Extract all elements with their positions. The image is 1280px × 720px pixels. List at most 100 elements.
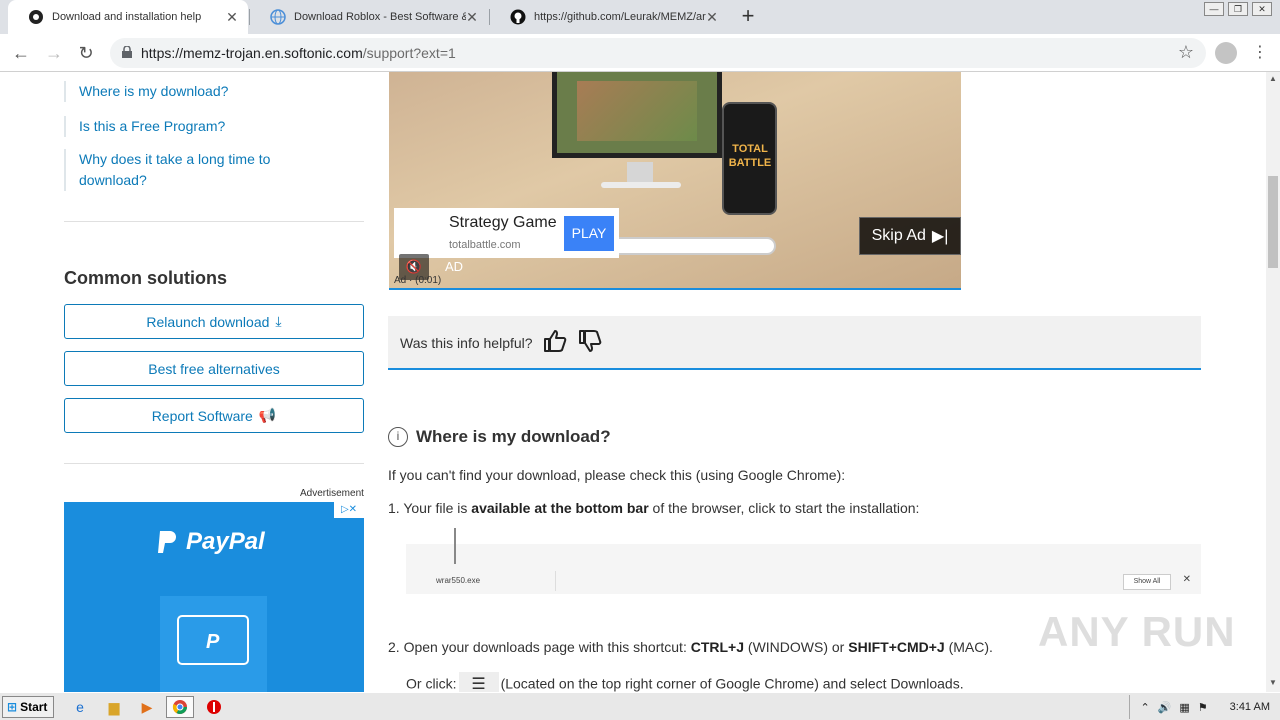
step2-pre: 2. Open your downloads page with this sh… <box>388 639 691 655</box>
start-label: Start <box>20 700 48 714</box>
minimize-button[interactable]: — <box>1204 2 1224 16</box>
skip-next-icon: ▶| <box>931 228 949 245</box>
tab-title: Download Roblox - Best Software & <box>294 11 466 23</box>
clock: 3:41 AM <box>1229 701 1270 713</box>
scroll-thumb[interactable] <box>1268 176 1278 268</box>
tab-download-help[interactable]: Download and installation help ✕ <box>8 0 248 34</box>
tab-title: Download and installation help <box>52 11 202 23</box>
network-icon[interactable]: ▦ <box>1179 701 1189 714</box>
paypal-ad[interactable]: ▷✕ PayPal P <box>64 502 364 692</box>
bookmark-star-icon[interactable]: ☆ <box>1178 42 1194 63</box>
game-logo: TOTAL BATTLE <box>728 143 772 169</box>
thumbs-down-icon[interactable] <box>577 328 603 354</box>
advertisement-label: Advertisement <box>300 488 364 499</box>
close-tab-icon[interactable]: ✕ <box>224 9 240 25</box>
flag-icon[interactable]: ⚑ <box>1198 701 1208 714</box>
button-label: Relaunch download <box>146 313 270 330</box>
address-bar[interactable]: https://memz-trojan.en.softonic.com/supp… <box>110 38 1206 68</box>
step1-pre: 1. Your file is <box>388 500 472 516</box>
close-tab-icon[interactable]: ✕ <box>704 9 720 25</box>
play-button[interactable]: PLAY <box>564 216 614 251</box>
media-player-icon[interactable]: ▶ <box>137 697 157 717</box>
relaunch-download-button[interactable]: Relaunch download ⤓ <box>64 304 364 339</box>
skip-ad-label: Skip Ad <box>871 227 926 244</box>
back-button[interactable]: ← <box>10 42 32 64</box>
profile-avatar[interactable] <box>1215 42 1237 64</box>
windows-logo-icon: ⊞ <box>7 700 18 714</box>
close-icon: ✕ <box>1182 574 1191 585</box>
skip-ad-button[interactable]: Skip Ad ▶| <box>859 217 961 255</box>
adchoices-icon[interactable]: ▷✕ <box>334 502 364 518</box>
thumbs-up-icon[interactable] <box>542 328 568 354</box>
step2-post: (MAC). <box>944 639 993 655</box>
tray-expand-icon[interactable]: ⌃ <box>1140 701 1149 714</box>
tab-roblox[interactable]: Download Roblox - Best Software & ✕ <box>250 0 488 34</box>
button-label: Report Software <box>151 407 253 424</box>
faq-link-where[interactable]: Where is my download? <box>64 81 228 102</box>
step-1: 1. Your file is available at the bottom … <box>388 500 919 516</box>
anyrun-watermark: ANY RUN <box>1038 608 1236 655</box>
helpful-question: Was this info helpful? <box>400 335 533 351</box>
ad-timer: Ad · (0:01) <box>394 275 442 286</box>
phone-image: TOTAL BATTLE <box>722 102 777 215</box>
svg-text:P: P <box>206 631 220 653</box>
laptop-tile: P <box>160 596 267 692</box>
chrome-menu-icon[interactable]: ⋮ <box>1252 42 1268 64</box>
github-icon <box>510 9 526 25</box>
close-window-button[interactable]: ✕ <box>1252 2 1272 16</box>
ad-card[interactable]: Strategy Game totalbattle.com PLAY <box>394 208 619 258</box>
forward-button[interactable]: → <box>43 42 65 64</box>
chrome-icon[interactable] <box>166 696 194 718</box>
shortcut-windows: CTRL+J <box>690 639 745 655</box>
browser-toolbar: ← → ↻ https://memz-trojan.en.softonic.co… <box>0 34 1280 72</box>
stop-icon[interactable] <box>204 697 224 717</box>
tab-github[interactable]: https://github.com/Leurak/MEMZ/ar ✕ <box>490 0 728 34</box>
show-all-button: Show All <box>1123 574 1171 590</box>
url-text: https://memz-trojan.en.softonic.com/supp… <box>141 45 456 61</box>
best-free-alternatives-button[interactable]: Best free alternatives <box>64 351 364 386</box>
divider <box>64 221 364 222</box>
common-solutions-heading: Common solutions <box>64 268 227 288</box>
download-file-item: wrar550.exe <box>416 571 556 591</box>
download-bar-illustration: wrar550.exe Show All ✕ <box>406 528 1201 594</box>
step-2b: Or click: ☰ (Located on the top right corn… <box>406 672 964 692</box>
folder-icon[interactable]: ▆ <box>104 697 124 717</box>
start-button[interactable]: ⊞ Start <box>2 696 54 718</box>
tab-strip: Download and installation help ✕ Downloa… <box>0 0 1280 34</box>
step-2: 2. Open your downloads page with this sh… <box>388 639 993 655</box>
page-scrollbar[interactable]: ▲ ▼ <box>1266 72 1280 692</box>
step1-post: of the browser, click to start the insta… <box>648 500 920 516</box>
shortcut-mac: SHIFT+CMD+J <box>848 639 945 655</box>
scroll-down-icon[interactable]: ▼ <box>1269 678 1277 687</box>
report-software-button[interactable]: Report Software 📢 <box>64 398 364 433</box>
faq-link-free[interactable]: Is this a Free Program? <box>64 116 225 137</box>
megaphone-icon: 📢 <box>258 407 277 423</box>
paypal-logo: PayPal <box>156 528 265 556</box>
ad-card-domain: totalbattle.com <box>449 239 521 251</box>
maximize-button[interactable]: ❐ <box>1228 2 1248 16</box>
reload-button[interactable]: ↻ <box>75 42 97 64</box>
new-tab-button[interactable]: + <box>738 5 758 27</box>
lock-icon <box>122 46 132 58</box>
system-tray: ⌃ 🔊 ▦ ⚑ 3:41 AM <box>1129 695 1280 719</box>
close-tab-icon[interactable]: ✕ <box>464 9 480 25</box>
page-content: Where is my download? Is this a Free Pro… <box>0 72 1266 692</box>
download-icon: ⤓ <box>275 313 282 329</box>
paypal-wordmark: PayPal <box>186 528 265 555</box>
faq-link-slow[interactable]: Why does it take a long time to download… <box>64 149 284 191</box>
ad-tag: AD <box>445 259 464 274</box>
paypal-icon <box>158 531 176 553</box>
step1-bold: available at the bottom bar <box>471 500 649 516</box>
arrow-icon <box>454 528 456 564</box>
window-controls: — ❐ ✕ <box>1204 2 1272 16</box>
volume-icon[interactable]: 🔊 <box>1158 701 1172 714</box>
scroll-up-icon[interactable]: ▲ <box>1269 74 1277 83</box>
game-screen-image <box>552 72 722 158</box>
button-label: Best free alternatives <box>148 360 280 377</box>
video-ad[interactable]: TOTAL BATTLE Strategy Game totalbattle.c… <box>389 72 961 290</box>
internet-explorer-icon[interactable]: e <box>70 697 90 717</box>
tab-title: https://github.com/Leurak/MEMZ/ar <box>534 11 706 23</box>
url-path: /support?ext=1 <box>362 45 456 61</box>
intro-text: If you can't find your download, please … <box>388 467 846 483</box>
step2-mid: (WINDOWS) or <box>744 639 849 655</box>
